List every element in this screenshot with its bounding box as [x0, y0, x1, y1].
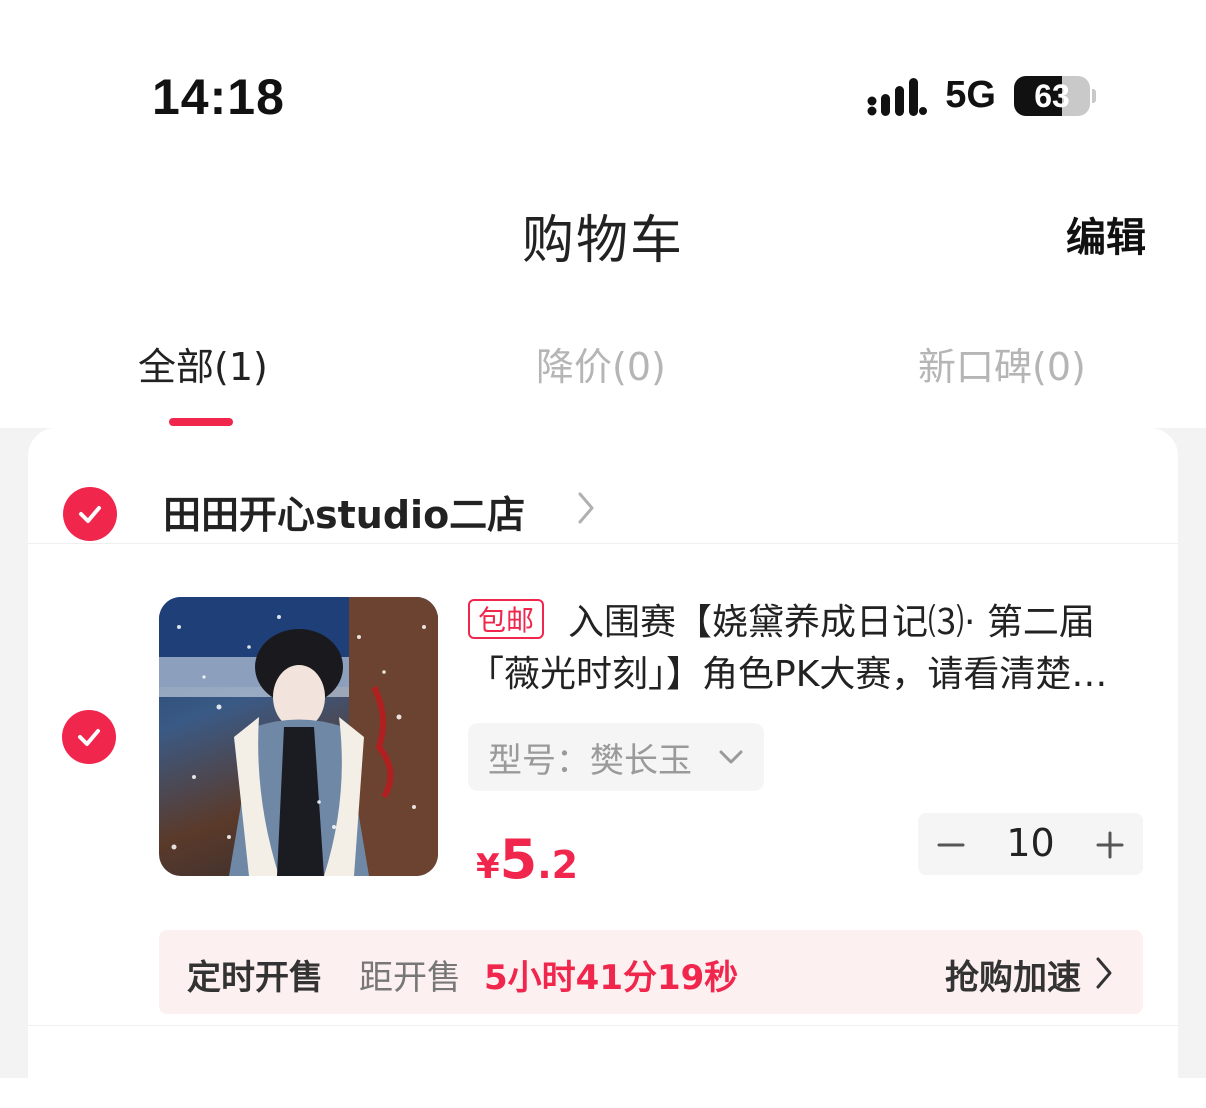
- presale-countdown-label: 距开售: [359, 958, 461, 998]
- plus-icon[interactable]: [1095, 830, 1125, 860]
- product-photo: [159, 597, 438, 876]
- network-type: 5G: [945, 74, 996, 116]
- price: ¥5.2: [476, 828, 578, 891]
- item-select-checkbox[interactable]: [62, 710, 116, 764]
- rush-buy-boost-link[interactable]: 抢购加速: [945, 950, 1081, 999]
- divider: [28, 1025, 1178, 1026]
- status-indicators: 5G 63: [867, 74, 1096, 117]
- free-shipping-badge: 包邮: [468, 599, 545, 639]
- page-title: 购物车: [521, 211, 684, 271]
- variant-label: 型号：樊长玉: [488, 740, 692, 781]
- signal-icon: [867, 77, 928, 116]
- tab-bar: 全部(1) 降价(0) 新口碑(0): [0, 336, 1206, 396]
- tab-price-drop[interactable]: 降价(0): [536, 336, 666, 391]
- shop-select-checkbox[interactable]: [63, 487, 117, 541]
- battery-nub: [1092, 88, 1096, 103]
- chevron-right-icon[interactable]: [1095, 956, 1113, 990]
- checkmark-icon: [78, 729, 100, 746]
- status-time: 14:18: [152, 69, 285, 125]
- product-title[interactable]: 入围赛【娆黛养成日记⑶· 第二届「薇光时刻」】角色PK大赛，请看清楚规则: [468, 597, 1133, 701]
- presale-label: 定时开售: [187, 958, 323, 998]
- tab-all[interactable]: 全部(1): [138, 336, 268, 391]
- price-currency: ¥: [476, 847, 500, 887]
- chevron-right-icon[interactable]: [576, 490, 596, 526]
- tab-indicator: [169, 418, 233, 426]
- chevron-down-icon: [719, 750, 743, 764]
- edit-button[interactable]: 编辑: [1066, 205, 1146, 263]
- battery-icon: 63: [1014, 75, 1090, 116]
- presale-bar[interactable]: 定时开售 距开售 5小时41分19秒 抢购加速: [159, 930, 1143, 1014]
- product-image[interactable]: [159, 597, 438, 876]
- checkmark-icon: [79, 506, 101, 523]
- presale-countdown: 5小时41分19秒: [484, 958, 739, 998]
- shop-name[interactable]: 田田开心studio二店: [163, 484, 525, 539]
- variant-selector[interactable]: 型号：樊长玉: [468, 723, 764, 791]
- quantity-stepper: 10: [918, 813, 1143, 875]
- price-decimal: .2: [537, 843, 579, 887]
- price-integer: 5: [499, 828, 538, 891]
- battery-percent: 63: [1034, 77, 1070, 114]
- shop-card: 田田开心studio二店 入围赛【娆黛养成日记⑶· 第二届「薇光时刻」】角色PK…: [28, 428, 1178, 1108]
- divider: [28, 543, 1178, 544]
- tab-new-reviews[interactable]: 新口碑(0): [918, 336, 1086, 391]
